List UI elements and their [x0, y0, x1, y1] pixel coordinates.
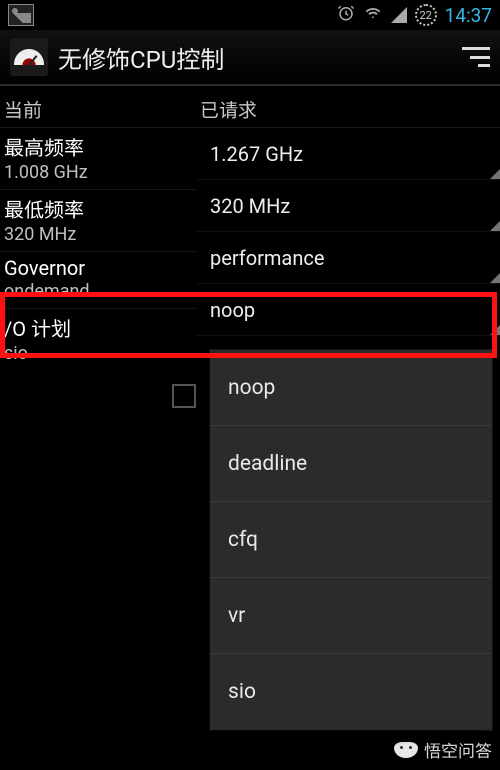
- app-bar: 无修饰CPU控制: [0, 30, 500, 86]
- governor-label: Governor: [4, 256, 192, 280]
- rotation-badge: 22: [415, 4, 437, 26]
- dropdown-item-vr[interactable]: vr: [210, 578, 492, 654]
- app-icon: [10, 38, 48, 76]
- chevron-down-icon: [490, 325, 500, 335]
- min-freq-spinner[interactable]: 320 MHz: [196, 180, 500, 232]
- max-freq-requested: 1.267 GHz: [210, 142, 303, 166]
- watermark-icon: [394, 742, 418, 758]
- governor-spinner[interactable]: performance: [196, 232, 500, 284]
- iosched-spinner[interactable]: noop: [196, 284, 500, 336]
- gallery-icon: [8, 4, 34, 26]
- chevron-down-icon: [490, 221, 500, 231]
- row-max-freq-current: 最高频率 1.008 GHz: [0, 128, 196, 190]
- min-freq-requested: 320 MHz: [210, 194, 290, 218]
- watermark-text: 悟空问答: [424, 737, 492, 762]
- current-header: 当前: [0, 90, 196, 128]
- checkbox[interactable]: [172, 384, 196, 408]
- iosched-current: sio: [4, 343, 192, 364]
- row-iosched-current: /O 计划 sio: [0, 309, 196, 370]
- governor-requested: performance: [210, 246, 324, 270]
- status-time: 14:37: [445, 4, 492, 27]
- chevron-down-icon: [490, 169, 500, 179]
- signal-icon: [391, 7, 407, 23]
- dropdown-item-cfq[interactable]: cfq: [210, 502, 492, 578]
- dropdown-item-sio[interactable]: sio: [210, 654, 492, 730]
- menu-icon[interactable]: [462, 47, 490, 67]
- current-column: 当前 最高频率 1.008 GHz 最低频率 320 MHz Governor …: [0, 86, 196, 408]
- min-freq-label: 最低频率: [4, 194, 192, 223]
- iosched-requested: noop: [210, 298, 255, 322]
- iosched-dropdown: noop deadline cfq vr sio: [210, 350, 492, 730]
- app-title: 无修饰CPU控制: [58, 40, 452, 75]
- requested-header: 已请求: [196, 90, 500, 128]
- watermark: 悟空问答: [394, 737, 492, 762]
- governor-current: ondemand: [4, 281, 192, 302]
- iosched-label: /O 计划: [4, 313, 192, 342]
- alarm-icon: [337, 4, 355, 27]
- chevron-down-icon: [490, 273, 500, 283]
- max-freq-current: 1.008 GHz: [4, 162, 192, 183]
- dropdown-item-noop[interactable]: noop: [210, 350, 492, 426]
- max-freq-spinner[interactable]: 1.267 GHz: [196, 128, 500, 180]
- min-freq-current: 320 MHz: [4, 224, 192, 245]
- max-freq-label: 最高频率: [4, 132, 192, 161]
- row-min-freq-current: 最低频率 320 MHz: [0, 190, 196, 252]
- dropdown-item-deadline[interactable]: deadline: [210, 426, 492, 502]
- wifi-icon: [363, 5, 383, 26]
- status-bar: 22 14:37: [0, 0, 500, 30]
- row-governor-current: Governor ondemand: [0, 252, 196, 309]
